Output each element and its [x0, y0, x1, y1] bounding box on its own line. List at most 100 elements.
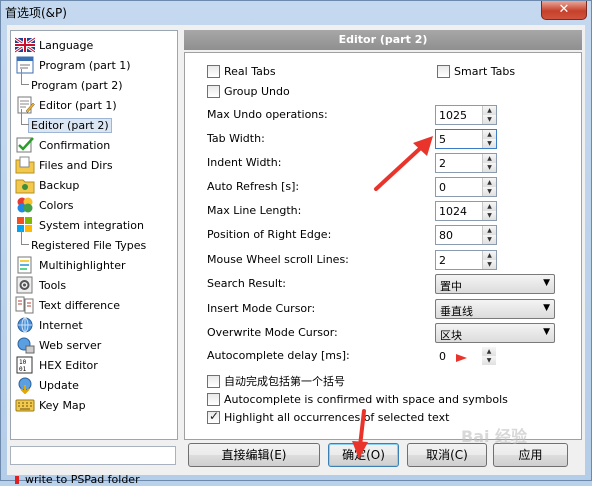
sidebar-item-label: Registered File Types: [31, 238, 147, 252]
sidebar-item-backup[interactable]: Backup: [15, 175, 79, 195]
spinner-buttons[interactable]: ▲ ▼: [482, 226, 496, 244]
sidebar-item-registered-file-types[interactable]: Registered File Types: [21, 229, 147, 255]
ok-button[interactable]: 确定(O): [328, 443, 399, 467]
spinner-buttons[interactable]: ▲ ▼: [482, 347, 496, 365]
overwrite-cursor-select[interactable]: 区块 ▼: [435, 323, 555, 343]
sidebar-item-editor-1[interactable]: Editor (part 1): [15, 95, 117, 115]
text-difference-icon: [15, 296, 34, 314]
right-edge-spinner[interactable]: 80 ▲ ▼: [435, 225, 497, 245]
sidebar-item-system-integration[interactable]: System integration: [15, 215, 144, 235]
dropdown-arrow-icon: ▼: [543, 303, 550, 313]
sidebar-item-label: Internet: [39, 318, 83, 332]
spinner-value: 80: [439, 229, 453, 242]
group-undo-label: Group Undo: [224, 85, 290, 98]
sidebar-item-update[interactable]: Update: [15, 375, 79, 395]
spinner-buttons[interactable]: ▲ ▼: [482, 202, 496, 220]
spinner-buttons[interactable]: ▲ ▼: [482, 130, 496, 148]
checkbox-box: [207, 85, 220, 98]
down-arrow-icon[interactable]: ▼: [482, 356, 496, 365]
sidebar-item-program-1[interactable]: Program (part 1): [15, 55, 131, 75]
update-icon: [18, 377, 32, 394]
sidebar-item-multihighlighter[interactable]: Multihighlighter: [15, 255, 126, 275]
down-arrow-icon[interactable]: ▼: [483, 187, 496, 196]
dropdown-arrow-icon: ▼: [543, 278, 550, 288]
down-arrow-icon[interactable]: ▼: [483, 139, 496, 148]
svg-text:01: 01: [19, 366, 27, 373]
down-arrow-icon[interactable]: ▼: [483, 260, 496, 269]
search-result-label: Search Result:: [207, 277, 286, 290]
sidebar-item-text-difference[interactable]: Text difference: [15, 295, 120, 315]
up-arrow-icon[interactable]: ▲: [482, 347, 496, 356]
highlight-all-checkbox[interactable]: Highlight all occurrences of selected te…: [207, 409, 450, 424]
sidebar-item-label: Confirmation: [39, 138, 111, 152]
sidebar-item-internet[interactable]: Internet: [15, 315, 83, 335]
svg-text:10: 10: [19, 359, 27, 366]
panel-title: Editor (part 2): [184, 30, 582, 50]
sidebar-item-program-2[interactable]: Program (part 2): [21, 69, 123, 95]
sidebar-item-tools[interactable]: Tools: [15, 275, 66, 295]
tools-icon: [16, 276, 33, 294]
sidebar-item-hex-editor[interactable]: 10 01 HEX Editor: [15, 355, 98, 375]
sidebar-item-editor-2[interactable]: Editor (part 2): [21, 109, 112, 135]
autocomplete-delay-spinner[interactable]: 0 ▲ ▼: [435, 346, 497, 366]
up-arrow-icon[interactable]: ▲: [483, 130, 496, 139]
sidebar-item-label: Colors: [39, 198, 74, 212]
group-undo-checkbox[interactable]: Group Undo: [207, 85, 290, 98]
multihighlighter-icon: [17, 256, 32, 274]
spinner-value: 2: [439, 157, 446, 170]
spinner-value: 2: [439, 254, 446, 267]
down-arrow-icon[interactable]: ▼: [483, 115, 496, 124]
category-tree[interactable]: Language Program (part 1) Program (part …: [10, 30, 178, 440]
tree-branch: [21, 109, 29, 125]
spinner-buttons[interactable]: ▲ ▼: [482, 154, 496, 172]
max-line-length-spinner[interactable]: 1024 ▲ ▼: [435, 201, 497, 221]
search-result-select[interactable]: 置中 ▼: [435, 274, 555, 294]
up-arrow-icon[interactable]: ▲: [483, 154, 496, 163]
sidebar-item-label: Program (part 1): [39, 58, 131, 72]
apply-button[interactable]: 应用: [493, 443, 568, 467]
auto-bracket-checkbox[interactable]: 自动完成包括第一个括号: [207, 373, 345, 389]
smart-tabs-label: Smart Tabs: [454, 65, 516, 78]
internet-icon: [17, 317, 33, 333]
sidebar-item-label: System integration: [39, 218, 144, 232]
tab-width-spinner[interactable]: 5 ▲ ▼: [435, 129, 497, 149]
close-button[interactable]: ✕: [541, 1, 587, 20]
highlight-all-label: Highlight all occurrences of selected te…: [224, 411, 450, 424]
up-arrow-icon[interactable]: ▲: [483, 106, 496, 115]
max-undo-spinner[interactable]: 1025 ▲ ▼: [435, 105, 497, 125]
confirmation-icon: [16, 137, 34, 153]
spinner-buttons[interactable]: ▲ ▼: [482, 106, 496, 124]
spinner-buttons[interactable]: ▲ ▼: [482, 178, 496, 196]
spinner-value: 1025: [439, 109, 467, 122]
down-arrow-icon[interactable]: ▼: [483, 211, 496, 220]
indent-width-spinner[interactable]: 2 ▲ ▼: [435, 153, 497, 173]
up-arrow-icon[interactable]: ▲: [483, 226, 496, 235]
sidebar-item-label: HEX Editor: [39, 358, 98, 372]
down-arrow-icon[interactable]: ▼: [483, 163, 496, 172]
sidebar-item-confirmation[interactable]: Confirmation: [15, 135, 110, 155]
mouse-wheel-spinner[interactable]: 2 ▲ ▼: [435, 250, 497, 270]
autocomplete-space-checkbox[interactable]: Autocomplete is confirmed with space and…: [207, 393, 508, 406]
spinner-buttons[interactable]: ▲ ▼: [482, 251, 496, 269]
sidebar-item-colors[interactable]: Colors: [15, 195, 73, 215]
real-tabs-checkbox[interactable]: Real Tabs: [207, 65, 276, 78]
up-arrow-icon[interactable]: ▲: [483, 251, 496, 260]
spinner-value: 5: [439, 133, 446, 146]
auto-refresh-spinner[interactable]: 0 ▲ ▼: [435, 177, 497, 197]
sidebar-item-key-map[interactable]: Key Map: [15, 395, 86, 415]
sidebar-filter-input[interactable]: [10, 446, 176, 465]
title-bar: 首选项(&P) ✕: [1, 1, 591, 23]
cancel-button[interactable]: 取消(C): [407, 443, 487, 467]
sidebar-item-label: Multihighlighter: [39, 258, 126, 272]
hex-editor-icon: 1001: [16, 356, 33, 374]
smart-tabs-checkbox[interactable]: Smart Tabs: [437, 65, 515, 78]
direct-edit-button[interactable]: 直接编辑(E): [188, 443, 320, 467]
sidebar-item-language[interactable]: Language: [15, 35, 93, 55]
down-arrow-icon[interactable]: ▼: [483, 235, 496, 244]
up-arrow-icon[interactable]: ▲: [483, 178, 496, 187]
up-arrow-icon[interactable]: ▲: [483, 202, 496, 211]
select-value: 垂直线: [440, 305, 473, 318]
sidebar-item-files-and-dirs[interactable]: Files and Dirs: [15, 155, 113, 175]
insert-cursor-select[interactable]: 垂直线 ▼: [435, 299, 555, 319]
sidebar-item-web-server[interactable]: Web server: [15, 335, 101, 355]
